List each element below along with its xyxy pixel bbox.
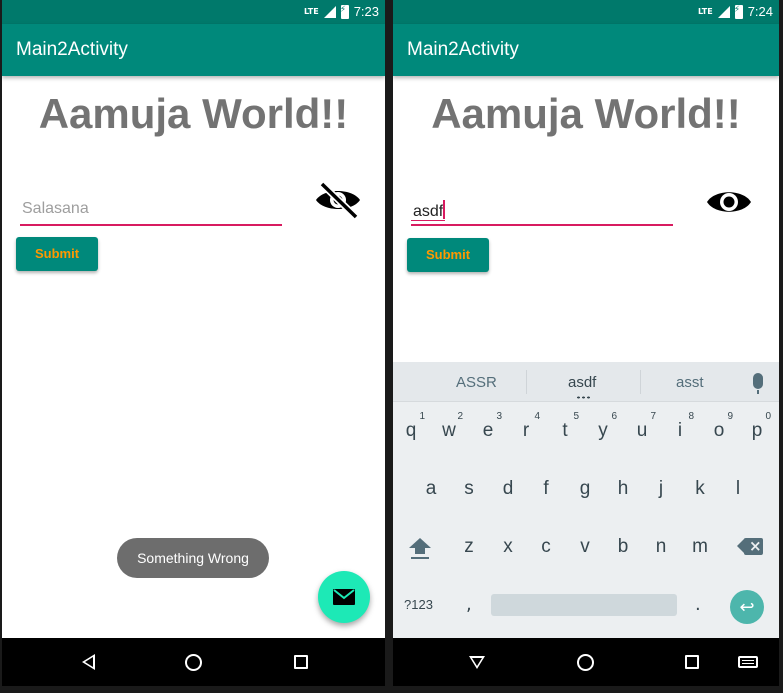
key-s[interactable]: s <box>451 466 487 512</box>
period-key[interactable]: . <box>695 594 701 615</box>
key-o[interactable]: o9 <box>701 408 737 454</box>
email-icon <box>333 589 355 605</box>
suggestion-2[interactable]: asdf <box>568 374 596 391</box>
password-field[interactable]: Salasana <box>20 196 282 226</box>
key-b[interactable]: b <box>605 524 641 570</box>
space-bar[interactable] <box>491 594 677 616</box>
app-title: Main2Activity <box>16 39 128 60</box>
submit-button[interactable]: Submit <box>407 238 489 272</box>
password-value: asdf <box>413 203 444 220</box>
hero-title: Aamuja World!! <box>431 90 741 137</box>
recents-icon[interactable] <box>289 650 313 674</box>
password-field[interactable]: asdf <box>411 196 673 226</box>
password-placeholder: Salasana <box>22 200 89 217</box>
text-caret <box>443 200 446 219</box>
signal-icon <box>323 5 336 18</box>
backspace-icon[interactable]: × <box>737 537 763 555</box>
recents-icon[interactable] <box>680 650 704 674</box>
status-bar: LTE 7:23 <box>2 0 385 24</box>
key-m[interactable]: m <box>682 524 718 570</box>
home-icon[interactable] <box>181 650 205 674</box>
key-h[interactable]: h <box>605 466 641 512</box>
battery-icon <box>734 4 743 19</box>
key-t[interactable]: t5 <box>547 408 583 454</box>
shift-icon[interactable] <box>409 538 431 559</box>
back-icon[interactable] <box>76 650 100 674</box>
key-a[interactable]: a <box>413 466 449 512</box>
home-icon[interactable] <box>573 650 597 674</box>
phone-screen-left: LTE 7:23 Main2Activity Aamuja World!! Sa… <box>2 0 385 686</box>
eye-off-icon[interactable] <box>314 180 362 220</box>
more-suggestions-icon[interactable] <box>576 396 590 399</box>
key-g[interactable]: g <box>567 466 603 512</box>
nav-bar <box>2 638 385 686</box>
key-n[interactable]: n <box>643 524 679 570</box>
suggestion-3[interactable]: asst <box>676 374 704 391</box>
collapse-keyboard-icon[interactable] <box>465 650 489 674</box>
phone-screen-right: LTE 7:24 Main2Activity Aamuja World!! as… <box>393 0 779 686</box>
battery-icon <box>340 4 349 19</box>
key-i[interactable]: i8 <box>662 408 698 454</box>
key-d[interactable]: d <box>490 466 526 512</box>
fab-email-button[interactable] <box>318 571 370 623</box>
hero-title: Aamuja World!! <box>38 90 349 137</box>
key-c[interactable]: c <box>528 524 564 570</box>
signal-icon <box>717 5 730 18</box>
keyboard-switch-icon[interactable] <box>736 650 760 674</box>
status-time: 7:24 <box>747 4 773 19</box>
status-time: 7:23 <box>353 4 379 19</box>
microphone-icon[interactable] <box>753 373 763 394</box>
status-bar: LTE 7:24 <box>393 0 779 24</box>
app-bar: Main2Activity <box>393 24 779 76</box>
key-l[interactable]: l <box>720 466 756 512</box>
key-j[interactable]: j <box>643 466 679 512</box>
toast-message: Something Wrong <box>117 538 269 578</box>
key-f[interactable]: f <box>528 466 564 512</box>
composing-underline <box>411 220 445 221</box>
key-x[interactable]: x <box>490 524 526 570</box>
key-w[interactable]: w2 <box>431 408 467 454</box>
key-q[interactable]: q1 <box>393 408 429 454</box>
lte-label: LTE <box>697 6 713 16</box>
suggestion-1[interactable]: ASSR <box>456 374 497 391</box>
eye-icon[interactable] <box>705 182 753 222</box>
app-title: Main2Activity <box>407 39 519 60</box>
suggestion-strip: ASSR asdf asst <box>393 362 779 402</box>
symbols-key[interactable]: ?123 <box>404 597 433 612</box>
nav-bar <box>393 638 779 686</box>
suggestion-divider <box>640 370 641 394</box>
key-k[interactable]: k <box>682 466 718 512</box>
key-u[interactable]: u7 <box>624 408 660 454</box>
key-v[interactable]: v <box>567 524 603 570</box>
enter-icon: ↩ <box>739 596 755 618</box>
key-p[interactable]: p0 <box>739 408 775 454</box>
app-bar: Main2Activity <box>2 24 385 76</box>
key-y[interactable]: y6 <box>585 408 621 454</box>
comma-key[interactable]: , <box>466 594 472 615</box>
submit-button[interactable]: Submit <box>16 237 98 271</box>
key-z[interactable]: z <box>451 524 487 570</box>
key-e[interactable]: e3 <box>470 408 506 454</box>
suggestion-divider <box>526 370 527 394</box>
key-r[interactable]: r4 <box>508 408 544 454</box>
enter-key[interactable]: ↩ <box>730 590 764 624</box>
lte-label: LTE <box>303 6 319 16</box>
